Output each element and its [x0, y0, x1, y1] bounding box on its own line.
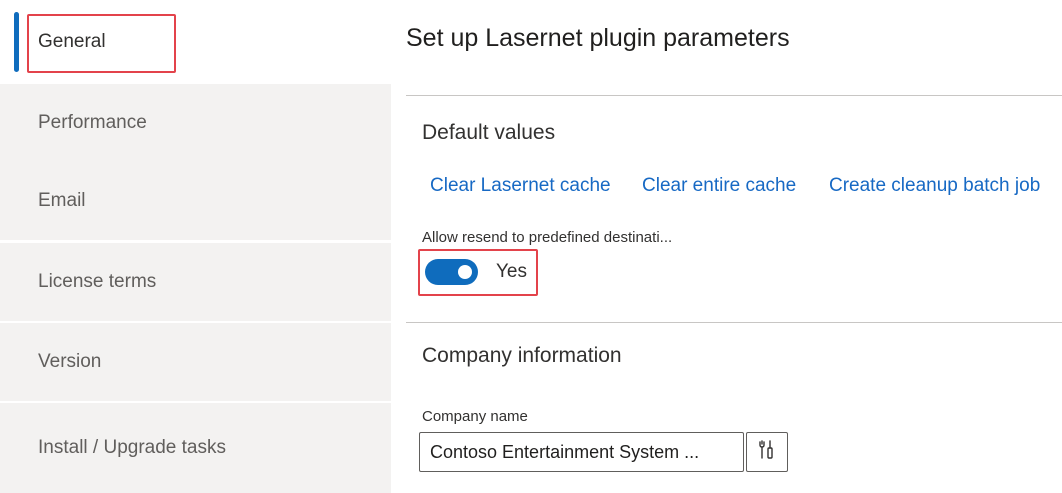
sidebar-item-general[interactable]: General: [0, 0, 391, 84]
sidebar-item-label: Version: [38, 351, 102, 372]
sidebar-item-performance[interactable]: Performance: [0, 84, 391, 162]
divider: [406, 322, 1062, 323]
company-name-field[interactable]: Contoso Entertainment System ...: [419, 432, 744, 472]
toggle-state-text: Yes: [496, 261, 527, 282]
toggle-knob: [458, 265, 472, 279]
sidebar-item-install-upgrade-tasks[interactable]: Install / Upgrade tasks: [0, 403, 391, 493]
sidebar-item-label: General: [38, 31, 106, 52]
allow-resend-toggle[interactable]: [425, 259, 478, 285]
divider: [406, 95, 1062, 96]
company-name-options-button[interactable]: [746, 432, 788, 472]
section-heading-company-information: Company information: [422, 344, 622, 367]
clear-entire-cache-link[interactable]: Clear entire cache: [642, 175, 796, 197]
active-indicator: [14, 12, 19, 72]
tools-icon: [759, 439, 775, 465]
sidebar-item-email[interactable]: Email: [0, 162, 391, 240]
sidebar-item-license-terms[interactable]: License terms: [0, 243, 391, 321]
sidebar-item-version[interactable]: Version: [0, 323, 391, 401]
sidebar: General Performance Email License terms …: [0, 0, 391, 493]
company-name-label: Company name: [422, 408, 528, 425]
sidebar-item-label: Email: [38, 190, 86, 211]
allow-resend-label: Allow resend to predefined destinati...: [422, 229, 673, 246]
sidebar-item-label: Install / Upgrade tasks: [38, 437, 226, 458]
company-name-value: Contoso Entertainment System ...: [430, 441, 700, 462]
sidebar-item-label: Performance: [38, 112, 147, 133]
page-title: Set up Lasernet plugin parameters: [406, 24, 790, 52]
create-cleanup-batch-job-link[interactable]: Create cleanup batch job: [829, 175, 1040, 197]
section-heading-default-values: Default values: [422, 121, 556, 144]
clear-lasernet-cache-link[interactable]: Clear Lasernet cache: [430, 175, 611, 197]
sidebar-item-label: License terms: [38, 271, 157, 292]
allow-resend-toggle-group: Yes: [425, 259, 527, 285]
